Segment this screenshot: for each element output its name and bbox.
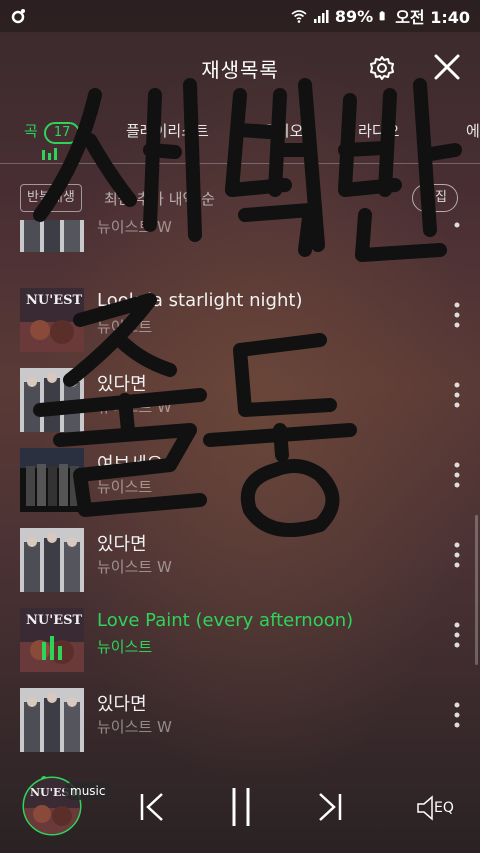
song-title: 있다면 bbox=[97, 694, 147, 715]
pause-icon[interactable] bbox=[228, 786, 254, 828]
signal-icon bbox=[313, 10, 329, 23]
svg-text:NU'EST: NU'EST bbox=[26, 613, 82, 628]
battery-percent: 89% bbox=[334, 6, 374, 26]
song-list: 뉴이스트 W NU'EST Look (a starlight night) 뉴… bbox=[0, 220, 480, 760]
song-artist: 뉴이스트 bbox=[97, 478, 153, 496]
tab-songs-label: 곡 bbox=[24, 122, 38, 140]
list-controls: 반복재생 최근 추가 내역 순 편집 bbox=[0, 176, 480, 220]
eq-label[interactable]: EQ bbox=[434, 800, 454, 816]
page-title: 재생목록 bbox=[201, 57, 279, 82]
tab-songs[interactable]: 곡 17 bbox=[24, 120, 81, 144]
next-track-icon[interactable] bbox=[316, 792, 344, 822]
repeat-play-button[interactable]: 반복재생 bbox=[20, 184, 82, 212]
more-options-icon[interactable] bbox=[454, 622, 460, 648]
svg-text:NU'EST: NU'EST bbox=[26, 293, 82, 308]
more-options-icon[interactable] bbox=[454, 702, 460, 728]
more-options-icon[interactable] bbox=[454, 542, 460, 568]
clock: 오전 1:40 bbox=[395, 8, 470, 27]
scrollbar[interactable] bbox=[475, 515, 478, 665]
more-options-icon[interactable] bbox=[454, 220, 460, 228]
album-art-image bbox=[20, 220, 84, 252]
song-artist: 뉴이스트 W bbox=[97, 718, 172, 736]
tab-more[interactable]: 에 bbox=[466, 120, 480, 141]
mini-player: NU'EST music EQ bbox=[0, 760, 480, 853]
album-art-image bbox=[20, 688, 84, 752]
song-artist: 뉴이스트 W bbox=[97, 398, 172, 416]
wifi-icon bbox=[291, 10, 307, 23]
song-count-badge: 17 bbox=[43, 122, 81, 144]
album-art-image bbox=[20, 448, 84, 512]
more-options-icon[interactable] bbox=[454, 302, 460, 328]
song-artist: 뉴이스트 W bbox=[97, 220, 172, 236]
more-options-icon[interactable] bbox=[454, 382, 460, 408]
list-item[interactable]: 있다면 뉴이스트 W bbox=[0, 360, 480, 440]
edit-button[interactable]: 편집 bbox=[412, 184, 458, 212]
close-icon[interactable] bbox=[432, 52, 462, 82]
song-artist: 뉴이스트 bbox=[97, 318, 153, 336]
album-art-image bbox=[20, 528, 84, 592]
previous-track-icon[interactable] bbox=[138, 792, 166, 822]
list-item[interactable]: 뉴이스트 W bbox=[0, 220, 480, 260]
list-item[interactable]: NU'EST Look (a starlight night) 뉴이스트 bbox=[0, 280, 480, 360]
song-artist: 뉴이스트 bbox=[97, 638, 153, 656]
album-art-image: NU'EST bbox=[20, 608, 84, 672]
list-item[interactable]: 여보세요 뉴이스트 bbox=[0, 440, 480, 520]
tab-bar: 곡 17 플레이리스트 오디오 라디오 에 bbox=[0, 108, 480, 164]
status-bar: 89% 오전 1:40 bbox=[0, 0, 480, 32]
equalizer-indicator-icon bbox=[42, 148, 57, 160]
list-item[interactable]: 있다면 뉴이스트 W bbox=[0, 520, 480, 600]
list-item-now-playing[interactable]: NU'EST Love Paint (every afternoon) 뉴이스트 bbox=[0, 600, 480, 680]
tab-radio[interactable]: 라디오 bbox=[358, 120, 399, 141]
playlist-header: 재생목록 bbox=[0, 32, 480, 104]
song-title: Love Paint (every afternoon) bbox=[97, 610, 354, 631]
gear-icon[interactable] bbox=[368, 54, 396, 82]
music-badge: music bbox=[64, 782, 112, 800]
song-artist: 뉴이스트 W bbox=[97, 558, 172, 576]
song-title: 있다면 bbox=[97, 374, 147, 395]
album-art-image: NU'EST bbox=[20, 288, 84, 352]
app-notification-icon bbox=[11, 9, 25, 24]
battery-icon bbox=[379, 11, 385, 21]
list-item[interactable]: 있다면 뉴이스트 W bbox=[0, 680, 480, 760]
song-title: 여보세요 bbox=[97, 454, 164, 475]
speaker-eq-icon[interactable] bbox=[416, 794, 436, 822]
album-art-image bbox=[20, 368, 84, 432]
song-title: Look (a starlight night) bbox=[97, 290, 303, 311]
tab-playlists[interactable]: 플레이리스트 bbox=[126, 120, 209, 141]
song-title: 있다면 bbox=[97, 534, 147, 555]
tab-audio[interactable]: 오디오 bbox=[262, 120, 303, 141]
more-options-icon[interactable] bbox=[454, 462, 460, 488]
sort-order-dropdown[interactable]: 최근 추가 내역 순 bbox=[104, 188, 215, 209]
